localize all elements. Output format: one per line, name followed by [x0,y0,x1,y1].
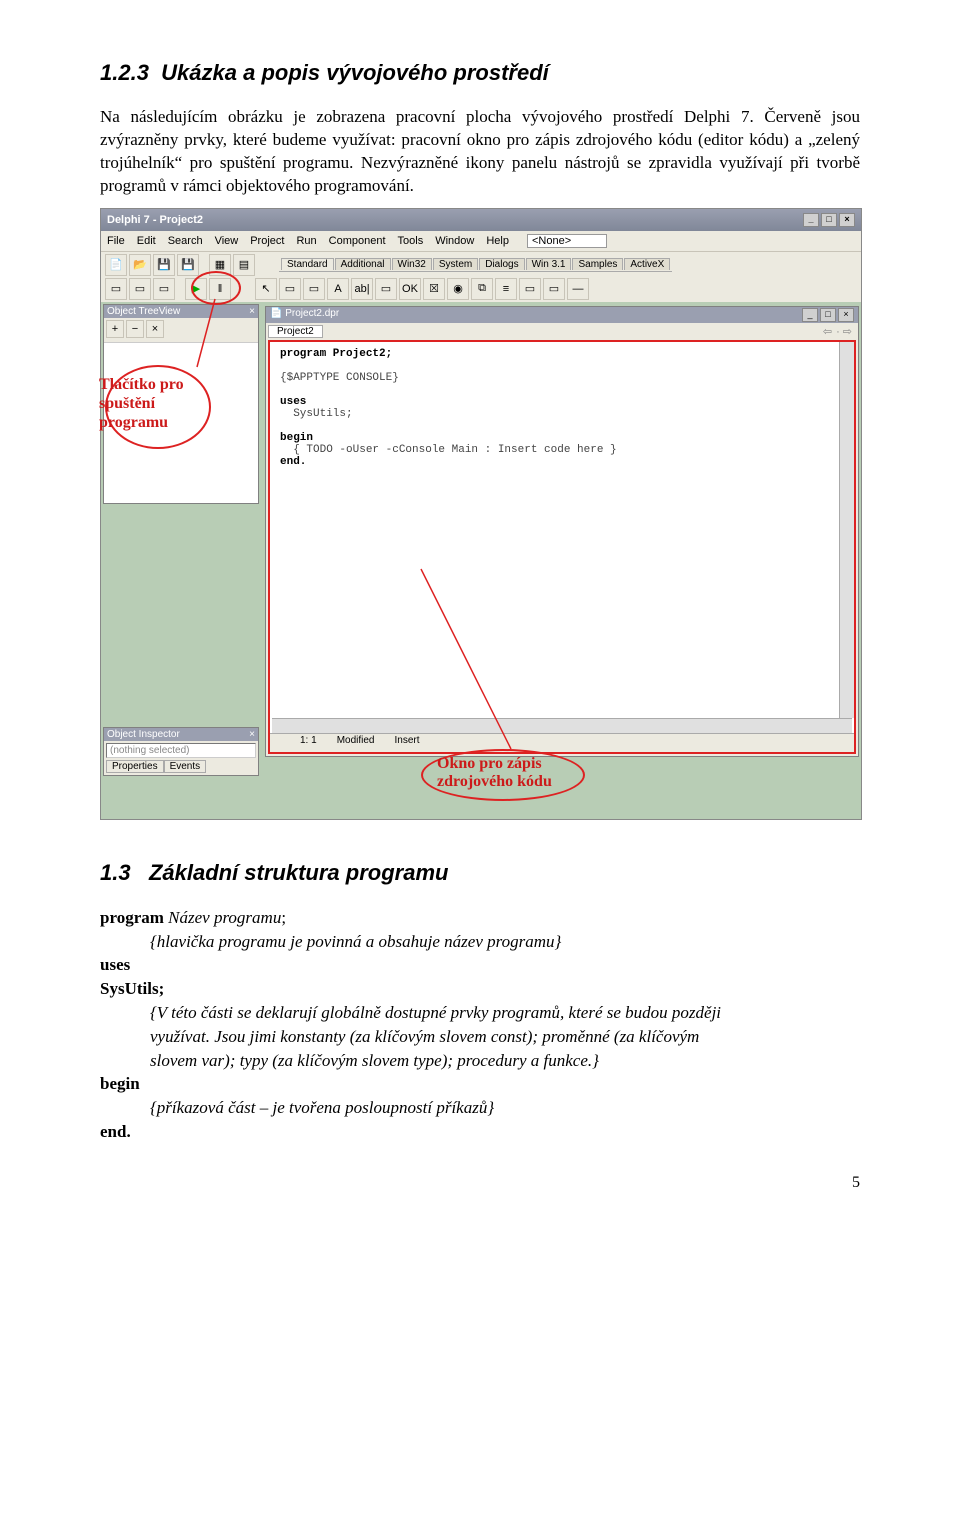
minimize-icon[interactable]: _ [802,308,818,322]
save-icon[interactable]: 💾 [153,254,175,276]
component-icon[interactable]: ◉ [447,278,469,300]
component-icon[interactable]: ≡ [495,278,517,300]
view-unit-icon[interactable]: ▤ [233,254,255,276]
editor-file-tab[interactable]: Project2 [268,325,323,338]
object-inspector-title: Object Inspector [107,729,180,740]
object-treeview-title: Object TreeView [107,306,180,317]
menu-run[interactable]: Run [296,235,316,247]
palette-tab[interactable]: Win 3.1 [526,258,572,270]
page-number: 5 [100,1174,860,1192]
close-icon[interactable]: × [838,308,854,322]
maximize-icon[interactable]: □ [821,213,837,227]
saveall-icon[interactable]: 💾 [177,254,199,276]
menu-file[interactable]: File [107,235,125,247]
component-icon[interactable]: ▭ [519,278,541,300]
cursor-position: 1: 1 [300,735,317,751]
menubar: File Edit Search View Project Run Compon… [101,231,861,252]
inspector-tab-events[interactable]: Events [164,760,207,773]
panel-close-icon[interactable]: × [249,306,255,317]
menu-view[interactable]: View [215,235,239,247]
palette-tab[interactable]: ActiveX [624,258,670,270]
object-inspector-panel: Object Inspector × (nothing selected) Pr… [103,727,259,776]
palette-tab[interactable]: Additional [335,258,391,270]
menu-component[interactable]: Component [329,235,386,247]
component-icon[interactable]: ▭ [375,278,397,300]
editor-highlight-frame: program Project2; {$APPTYPE CONSOLE} use… [268,340,856,754]
pointer-icon[interactable]: ↖ [255,278,277,300]
component-icon[interactable]: A [327,278,349,300]
callout-editor-label: Okno pro zápis zdrojového kódu [437,755,552,792]
callout-run-label: Tlačítko pro spuštění programu [99,375,184,433]
component-icon[interactable]: ▭ [543,278,565,300]
toolbars: 📄 📂 💾 💾 ▦ ▤ Standard Additional Win32 Sy… [101,252,861,302]
palette-tab[interactable]: System [433,258,478,270]
section-1-2-3-title: 1.2.3 Ukázka a popis vývojového prostřed… [100,60,860,86]
view-form-icon[interactable]: ▦ [209,254,231,276]
run-button[interactable]: ▶ [185,278,207,300]
new-icon[interactable]: 📄 [105,254,127,276]
component-icon[interactable]: ab| [351,278,373,300]
insert-mode: Insert [395,735,420,751]
component-icon[interactable]: OK [399,278,421,300]
tool-icon[interactable]: ▭ [153,278,175,300]
menu-search[interactable]: Search [168,235,203,247]
tree-tool-icon[interactable]: − [126,320,144,338]
palette-tab[interactable]: Win32 [392,258,432,270]
component-icon[interactable]: ⧉ [471,278,493,300]
modified-flag: Modified [337,735,375,751]
program-skeleton: program Název programu; {hlavička progra… [100,906,860,1144]
menu-tools[interactable]: Tools [398,235,424,247]
close-icon[interactable]: × [839,213,855,227]
palette-tab[interactable]: Standard [281,258,334,270]
none-combo[interactable]: <None> [527,234,607,248]
ide-screenshot: Delphi 7 - Project2 _ □ × File Edit Sear… [100,208,862,820]
object-selector[interactable]: (nothing selected) [106,743,256,758]
minimize-icon[interactable]: _ [803,213,819,227]
nav-fwd-icon[interactable]: · ⇨ [836,325,852,338]
editor-window-title: 📄 Project2.dpr [270,308,339,322]
menu-project[interactable]: Project [250,235,284,247]
inspector-tab-properties[interactable]: Properties [106,760,164,773]
pause-icon[interactable]: ‖ [209,278,231,300]
palette-tab[interactable]: Samples [572,258,623,270]
intro-paragraph: Na následujícím obrázku je zobrazena pra… [100,106,860,198]
tool-icon[interactable]: ▭ [105,278,127,300]
section-1-3-title: 1.3 Základní struktura programu [100,860,860,886]
menu-edit[interactable]: Edit [137,235,156,247]
ide-title: Delphi 7 - Project2 [107,214,203,226]
code-editor[interactable]: program Project2; {$APPTYPE CONSOLE} use… [270,342,854,718]
tree-tool-icon[interactable]: × [146,320,164,338]
ide-titlebar: Delphi 7 - Project2 _ □ × [101,209,861,231]
horizontal-scrollbar[interactable] [272,718,852,733]
component-icon[interactable]: — [567,278,589,300]
editor-statusbar: 1: 1 Modified Insert [270,733,854,752]
menu-window[interactable]: Window [435,235,474,247]
component-icon[interactable]: ▭ [279,278,301,300]
code-editor-window: 📄 Project2.dpr _ □ × Project2 ⇦ [265,306,859,757]
component-palette-tabs: Standard Additional Win32 System Dialogs… [279,257,672,272]
component-icon[interactable]: ▭ [303,278,325,300]
vertical-scrollbar[interactable] [839,342,854,718]
tree-tool-icon[interactable]: + [106,320,124,338]
component-icon[interactable]: ☒ [423,278,445,300]
tool-icon[interactable]: ▭ [129,278,151,300]
palette-tab[interactable]: Dialogs [479,258,524,270]
open-icon[interactable]: 📂 [129,254,151,276]
nav-back-icon[interactable]: ⇦ [823,325,832,338]
menu-help[interactable]: Help [486,235,509,247]
panel-close-icon[interactable]: × [249,729,255,740]
maximize-icon[interactable]: □ [820,308,836,322]
